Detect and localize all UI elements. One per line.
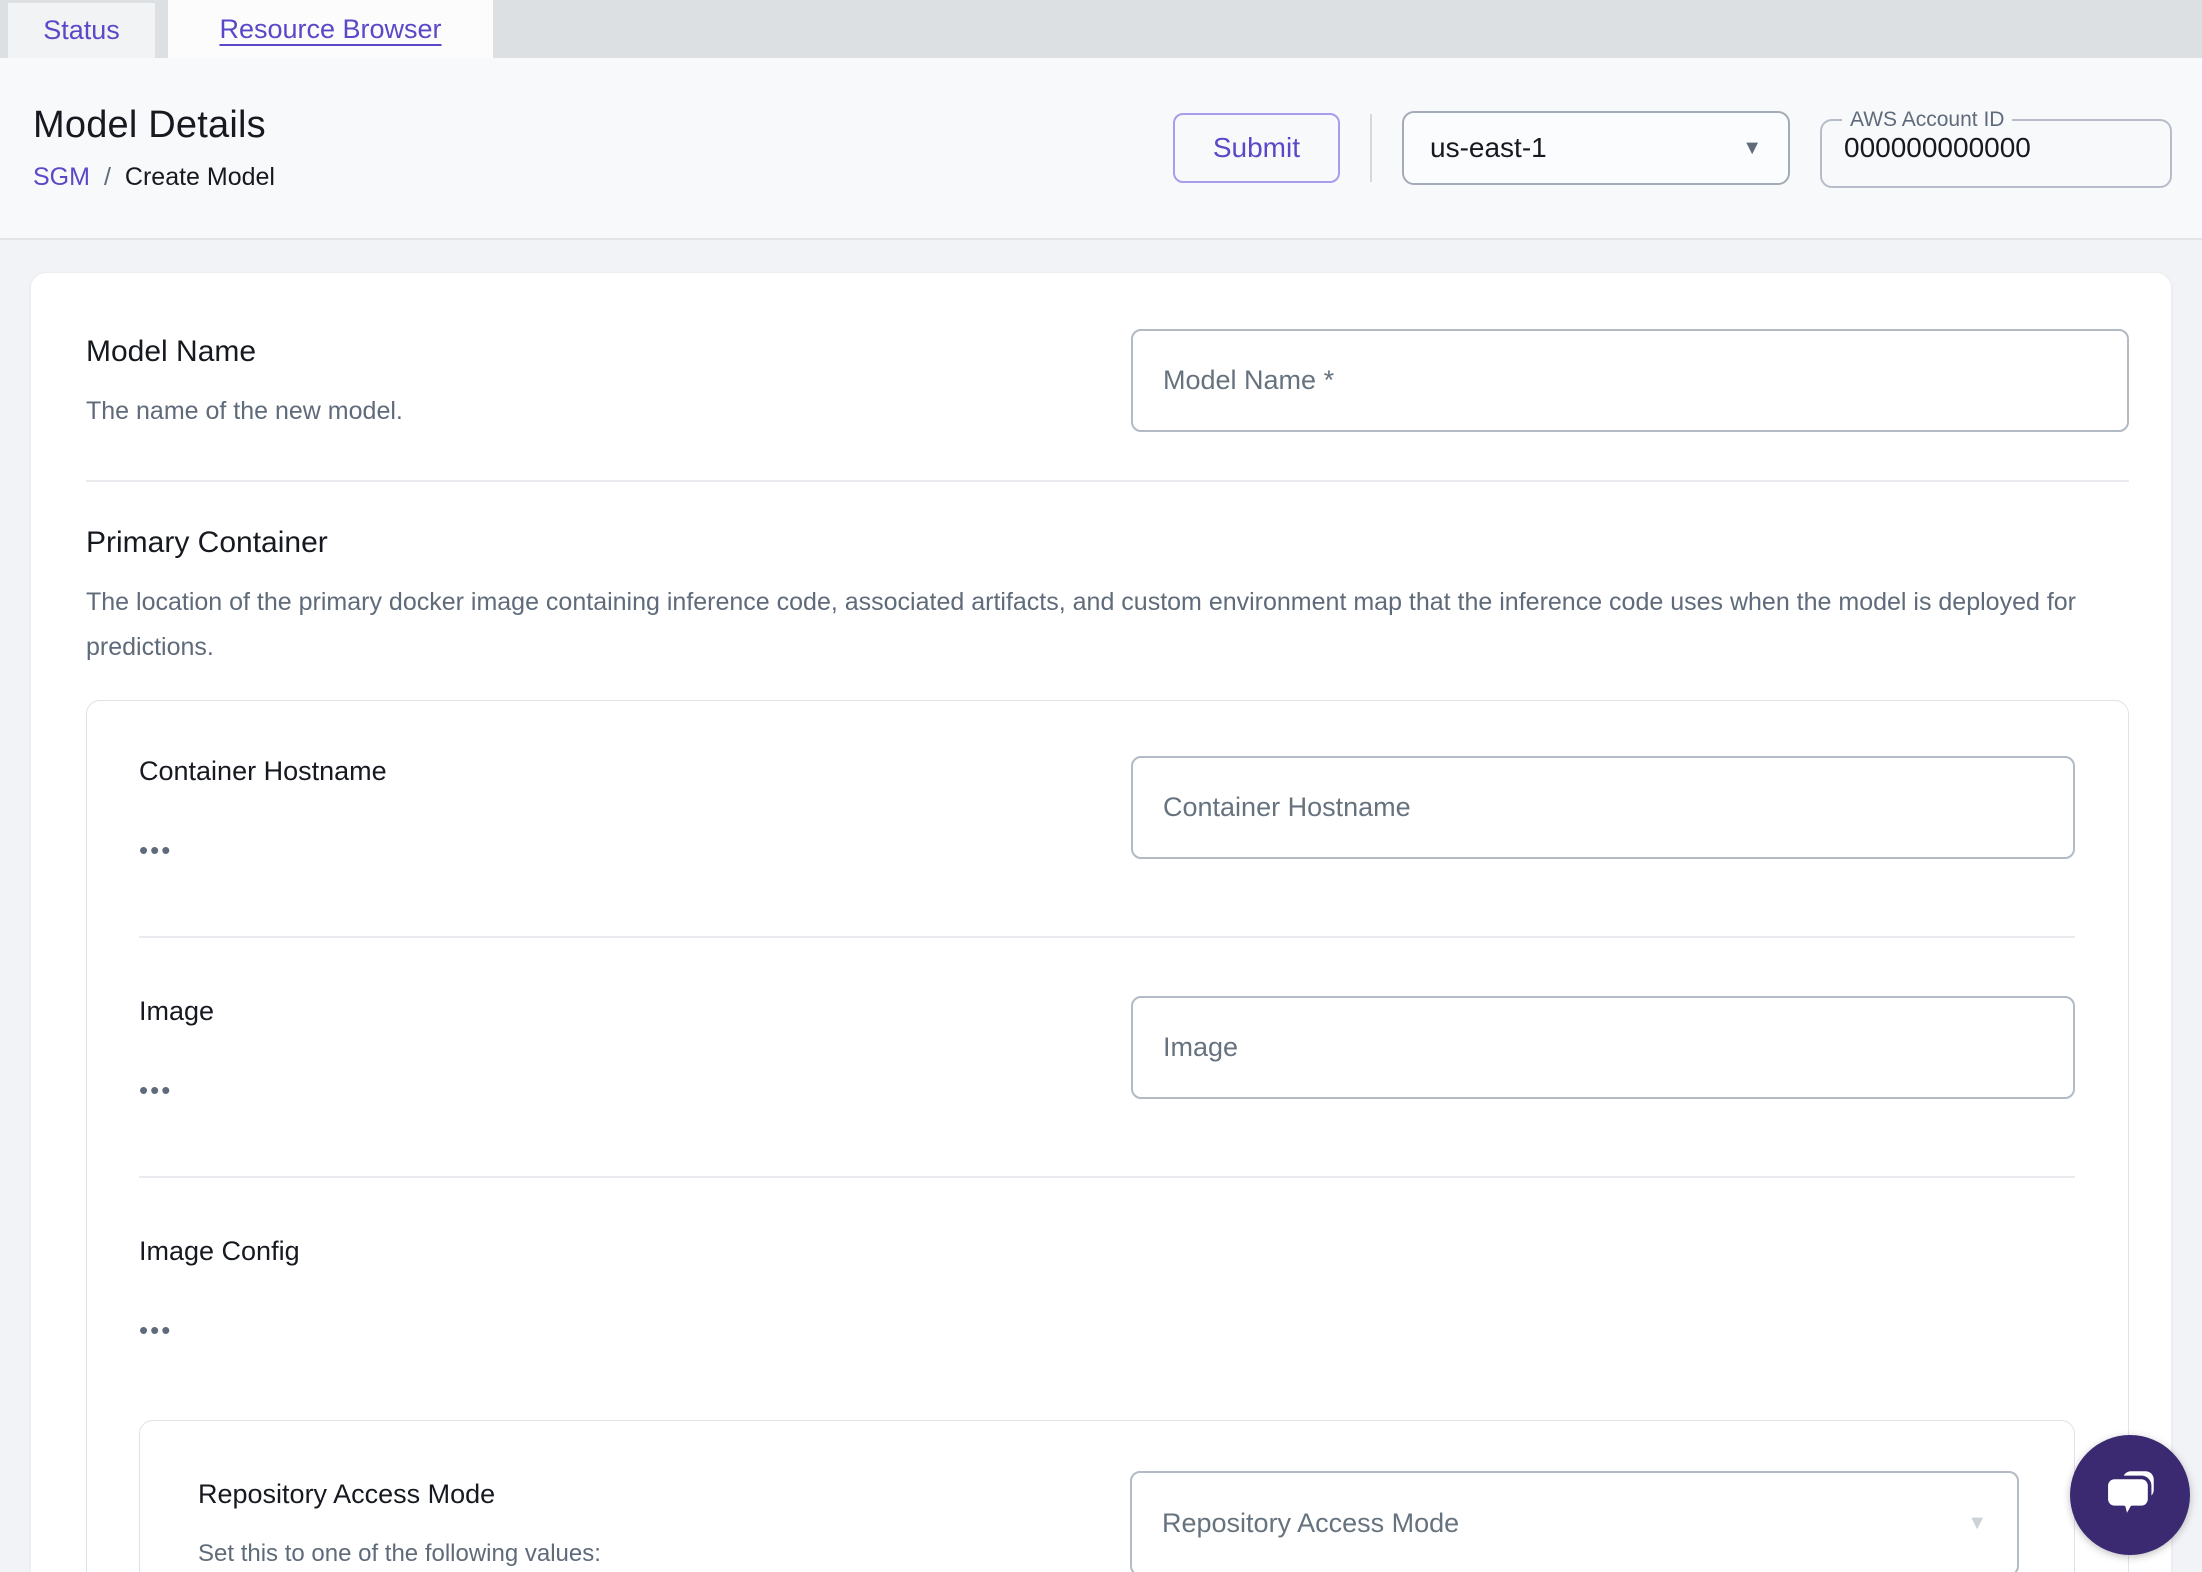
image-input[interactable] bbox=[1131, 996, 2075, 1099]
region-select-value: us-east-1 bbox=[1430, 132, 1547, 163]
primary-container-card: Container Hostname ••• Image ••• Image C… bbox=[86, 700, 2129, 1572]
aws-account-id-input[interactable] bbox=[1836, 132, 2156, 164]
aws-account-id-fieldset: AWS Account ID bbox=[1820, 108, 2172, 188]
breadcrumb-current: Create Model bbox=[124, 163, 275, 191]
breadcrumb-separator: / bbox=[103, 163, 111, 191]
section-divider bbox=[86, 480, 2129, 482]
region-select[interactable]: us-east-1 ▼ bbox=[1402, 111, 1790, 185]
repository-access-mode-row: Repository Access Mode Set this to one o… bbox=[198, 1471, 2019, 1572]
model-name-description: The name of the new model. bbox=[86, 397, 403, 425]
header-controls: Submit us-east-1 ▼ AWS Account ID bbox=[1172, 108, 2172, 188]
model-name-info: Model Name The name of the new model. bbox=[86, 335, 1131, 431]
submit-button[interactable]: Submit bbox=[1172, 113, 1340, 183]
page-body: Model Name The name of the new model. Pr… bbox=[0, 240, 2202, 1572]
chevron-down-icon: ▼ bbox=[1742, 136, 1762, 159]
container-hostname-input[interactable] bbox=[1131, 756, 2075, 859]
tab-status-label: Status bbox=[43, 15, 120, 45]
tab-status[interactable]: Status bbox=[8, 3, 155, 58]
ellipsis-icon[interactable]: ••• bbox=[139, 1077, 172, 1103]
aws-account-id-label: AWS Account ID bbox=[1850, 108, 2005, 131]
primary-container-description: The location of the primary docker image… bbox=[86, 588, 2077, 661]
model-details-card: Model Name The name of the new model. Pr… bbox=[30, 272, 2172, 1572]
breadcrumb-parent-link[interactable]: SGM bbox=[33, 163, 90, 192]
chat-fab-button[interactable] bbox=[2070, 1435, 2190, 1555]
ellipsis-icon[interactable]: ••• bbox=[139, 837, 172, 863]
field-divider bbox=[139, 936, 2075, 938]
tab-resource-browser[interactable]: Resource Browser bbox=[168, 0, 493, 58]
tab-strip: Status Resource Browser bbox=[0, 0, 2202, 58]
container-hostname-row: Container Hostname ••• bbox=[139, 756, 2075, 936]
tab-resource-browser-label: Resource Browser bbox=[219, 13, 442, 44]
title-block: Model Details SGM / Create Model bbox=[33, 104, 275, 192]
chat-bubbles-icon bbox=[2104, 1471, 2154, 1520]
image-label: Image bbox=[139, 996, 215, 1026]
image-config-card: Repository Access Mode Set this to one o… bbox=[139, 1420, 2075, 1572]
image-row: Image ••• bbox=[139, 996, 2075, 1176]
primary-container-label: Primary Container bbox=[86, 526, 328, 559]
container-hostname-info: Container Hostname ••• bbox=[139, 756, 1131, 864]
header-divider bbox=[1370, 114, 1372, 182]
model-name-label: Model Name bbox=[86, 335, 257, 368]
repository-access-mode-info: Repository Access Mode Set this to one o… bbox=[198, 1479, 1130, 1572]
page-header: Model Details SGM / Create Model Submit … bbox=[0, 58, 2202, 240]
container-hostname-label: Container Hostname bbox=[139, 756, 387, 786]
repository-access-mode-select[interactable]: Repository Access Mode ▼ bbox=[1130, 1471, 2019, 1572]
ellipsis-icon[interactable]: ••• bbox=[139, 1317, 172, 1343]
model-name-input[interactable] bbox=[1131, 329, 2129, 432]
image-config-label: Image Config bbox=[139, 1236, 300, 1266]
page-title: Model Details bbox=[33, 104, 266, 146]
field-divider bbox=[139, 1176, 2075, 1178]
repository-access-mode-label: Repository Access Mode bbox=[198, 1479, 496, 1509]
image-info: Image ••• bbox=[139, 996, 1131, 1104]
chevron-down-icon: ▼ bbox=[1967, 1512, 1987, 1534]
breadcrumb: SGM / Create Model bbox=[33, 163, 275, 192]
repository-access-mode-help: Set this to one of the following values: bbox=[198, 1540, 601, 1567]
image-config-group: Image Config ••• bbox=[139, 1236, 2075, 1344]
model-name-row: Model Name The name of the new model. bbox=[86, 329, 2129, 432]
repository-access-mode-placeholder: Repository Access Mode bbox=[1162, 1508, 1460, 1538]
